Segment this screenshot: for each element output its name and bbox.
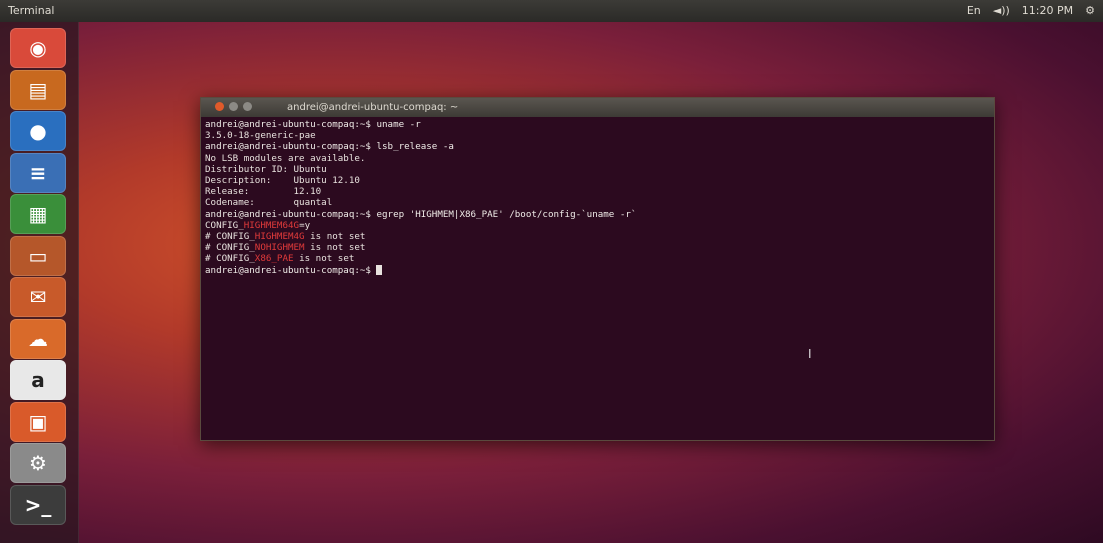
keyboard-indicator[interactable]: En <box>967 0 981 22</box>
terminal-text: is not set <box>304 242 366 254</box>
launcher-amazon-icon[interactable]: a <box>10 360 66 400</box>
launcher-files-icon[interactable]: ▤ <box>10 69 66 110</box>
terminal-line: # CONFIG_HIGHMEM4G is not set <box>205 231 990 242</box>
terminal-text: is not set <box>293 253 355 265</box>
launcher-terminal-icon[interactable]: >_ <box>10 484 66 525</box>
close-window-icon[interactable] <box>215 102 224 111</box>
terminal-line: andrei@andrei-ubuntu-compaq:~$ <box>205 265 990 276</box>
terminal-text: andrei@andrei-ubuntu-compaq:~$ egrep 'HI… <box>205 208 637 220</box>
terminal-text: 3.5.0-18-generic-pae <box>205 130 316 142</box>
gear-icon[interactable]: ⚙ <box>1085 0 1095 22</box>
terminal-line: andrei@andrei-ubuntu-compaq:~$ egrep 'HI… <box>205 209 990 220</box>
launcher-firefox-icon[interactable]: ● <box>10 111 66 151</box>
terminal-text: andrei@andrei-ubuntu-compaq:~$ lsb_relea… <box>205 141 454 153</box>
terminal-text: =y <box>299 219 311 231</box>
terminal-line: andrei@andrei-ubuntu-compaq:~$ lsb_relea… <box>205 141 990 152</box>
active-app-title: Terminal <box>8 4 55 17</box>
terminal-text: is not set <box>304 231 366 243</box>
text-cursor-icon: I <box>808 347 812 361</box>
terminal-output[interactable]: andrei@andrei-ubuntu-compaq:~$ uname -r 3… <box>201 117 994 278</box>
launcher-ubuntu-one-icon[interactable]: ☁ <box>10 318 66 359</box>
launcher-writer-icon[interactable]: ≡ <box>10 152 66 193</box>
terminal-line: Description: Ubuntu 12.10 <box>205 175 990 186</box>
terminal-text: # CONFIG_ <box>205 253 255 265</box>
highlight-match: HIGHMEM64G <box>243 219 300 231</box>
terminal-cursor <box>376 265 383 276</box>
launcher-settings-icon[interactable]: ⚙ <box>10 443 66 483</box>
terminal-text: Release: 12.10 <box>205 186 322 198</box>
terminal-line: CONFIG_HIGHMEM64G=y <box>205 220 990 231</box>
terminal-line: Codename: quantal <box>205 197 990 208</box>
sound-icon[interactable]: ◄)) <box>993 0 1010 22</box>
highlight-match: NOHIGHMEM <box>254 242 305 254</box>
terminal-text: Codename: quantal <box>205 197 333 209</box>
terminal-text: # CONFIG_ <box>205 242 255 254</box>
terminal-line: # CONFIG_X86_PAE is not set <box>205 253 990 264</box>
terminal-text: andrei@andrei-ubuntu-compaq:~$ <box>205 264 377 276</box>
terminal-line: No LSB modules are available. <box>205 153 990 164</box>
maximize-window-icon[interactable] <box>243 102 252 111</box>
terminal-title: andrei@andrei-ubuntu-compaq: ~ <box>287 102 459 113</box>
indicator-area: En ◄)) 11:20 PM ⚙ <box>967 0 1095 22</box>
terminal-line: # CONFIG_NOHIGHMEM is not set <box>205 242 990 253</box>
launcher-impress-icon[interactable]: ▭ <box>10 235 66 276</box>
clock[interactable]: 11:20 PM <box>1022 0 1073 22</box>
terminal-line: 3.5.0-18-generic-pae <box>205 130 990 141</box>
terminal-window[interactable]: andrei@andrei-ubuntu-compaq: ~ andrei@an… <box>200 97 995 441</box>
terminal-line: andrei@andrei-ubuntu-compaq:~$ uname -r <box>205 119 990 130</box>
terminal-text: No LSB modules are available. <box>205 152 366 164</box>
launcher: ◉ ▤ ● ≡ ▦ ▭ ✉ ☁ a ▣ ⚙ >_ <box>0 22 79 543</box>
terminal-text: Description: Ubuntu 12.10 <box>205 175 360 187</box>
launcher-app-store-icon[interactable]: ▣ <box>10 401 66 442</box>
terminal-text: # CONFIG_ <box>205 231 255 243</box>
launcher-calc-icon[interactable]: ▦ <box>10 194 66 234</box>
launcher-dash-home-icon[interactable]: ◉ <box>10 28 66 68</box>
terminal-line: Release: 12.10 <box>205 186 990 197</box>
minimize-window-icon[interactable] <box>229 102 238 111</box>
terminal-text: andrei@andrei-ubuntu-compaq:~$ uname -r <box>205 119 421 130</box>
highlight-match: X86_PAE <box>254 253 294 265</box>
terminal-text: CONFIG_ <box>205 219 244 231</box>
terminal-text: Distributor ID: Ubuntu <box>205 163 327 175</box>
launcher-software-center-icon[interactable]: ✉ <box>10 277 66 317</box>
terminal-line: Distributor ID: Ubuntu <box>205 164 990 175</box>
terminal-titlebar[interactable]: andrei@andrei-ubuntu-compaq: ~ <box>201 98 994 117</box>
highlight-match: HIGHMEM4G <box>254 231 305 243</box>
top-panel: Terminal En ◄)) 11:20 PM ⚙ <box>0 0 1103 22</box>
